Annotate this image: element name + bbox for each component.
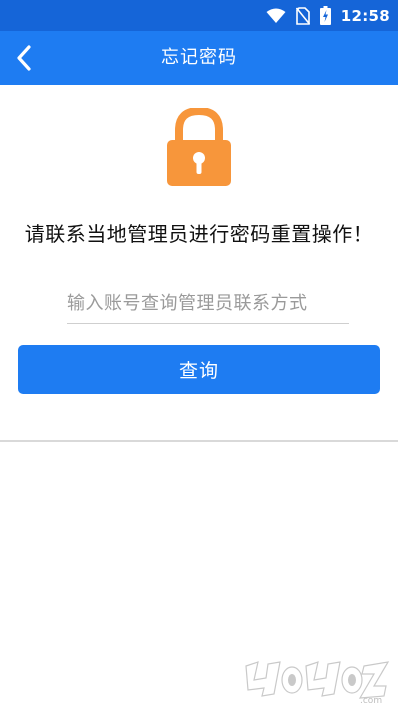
no-sim-icon — [295, 6, 310, 25]
wifi-icon — [266, 8, 286, 23]
page-title: 忘记密码 — [161, 47, 237, 68]
divider — [0, 440, 398, 442]
instruction-text: 请联系当地管理员进行密码重置操作！ — [24, 222, 374, 246]
svg-text:.com: .com — [360, 696, 382, 704]
status-bar: 12:58 — [0, 0, 398, 31]
app-bar: 忘记密码 — [0, 31, 398, 85]
status-time: 12:58 — [340, 6, 390, 25]
watermark-logo: .com — [245, 661, 390, 704]
query-button[interactable]: 查询 — [18, 345, 380, 394]
account-search-input[interactable] — [67, 283, 349, 324]
battery-charging-icon — [319, 6, 331, 25]
padlock-icon — [167, 108, 231, 186]
status-icons: 12:58 — [266, 5, 390, 26]
